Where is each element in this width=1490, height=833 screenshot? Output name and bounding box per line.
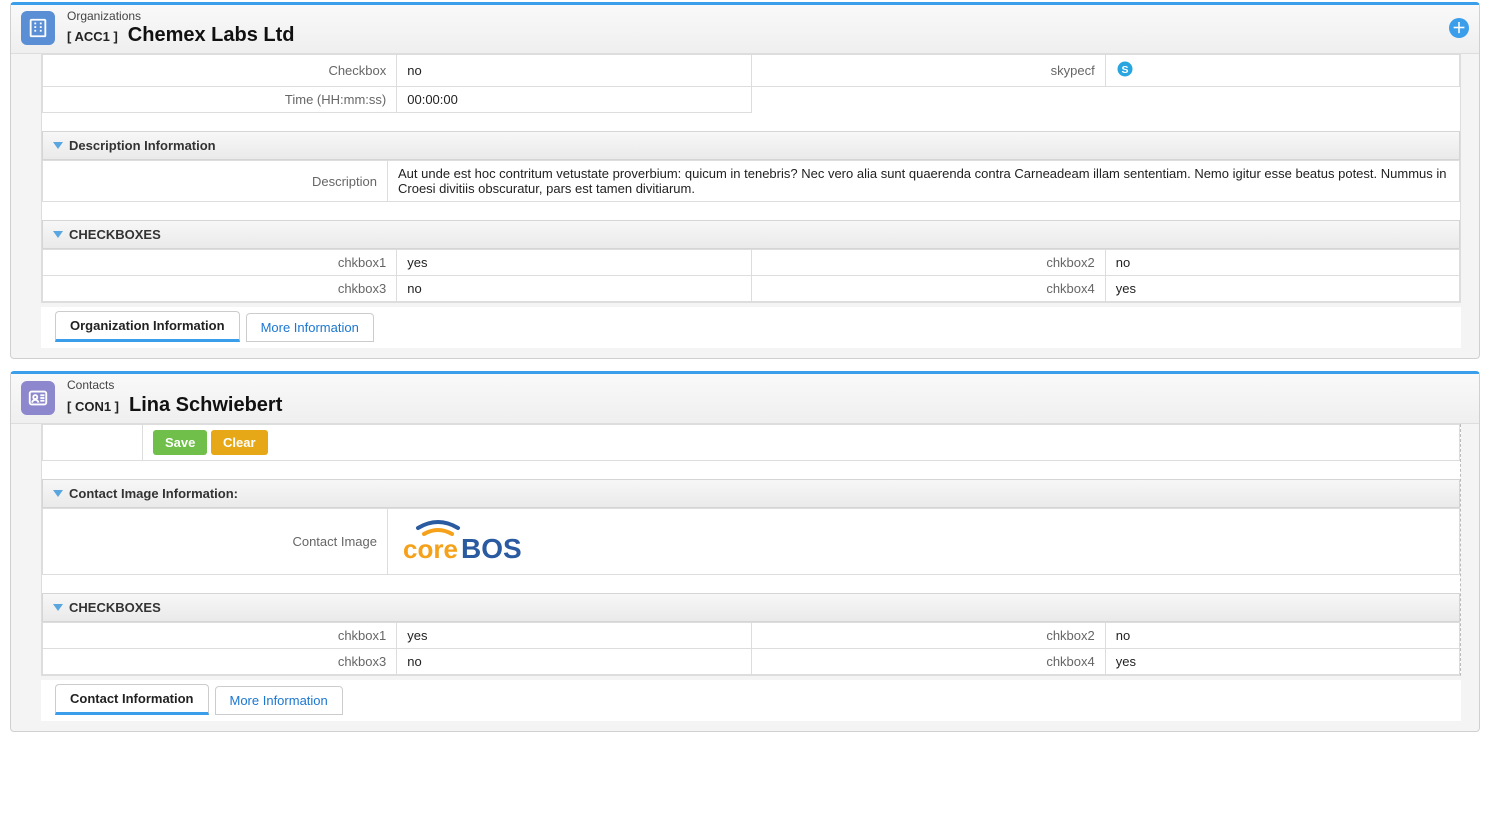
field-label-chkbox1: chkbox1 (43, 250, 397, 276)
field-label-checkbox: Checkbox (43, 55, 397, 87)
org-checkboxes-table: chkbox1 yes chkbox2 no chkbox3 no chkbox… (42, 249, 1460, 302)
org-tabs: Organization Information More Informatio… (41, 307, 1461, 348)
field-value-chkbox4[interactable]: yes (1105, 276, 1459, 302)
tab-more-information[interactable]: More Information (246, 313, 374, 342)
contact-image-table: Contact Image core BOS (42, 508, 1460, 575)
field-value-chkbox1[interactable]: yes (397, 250, 751, 276)
field-label-chkbox2: chkbox2 (751, 622, 1105, 648)
organization-module-icon (21, 11, 55, 45)
field-value-chkbox3[interactable]: no (397, 276, 751, 302)
contact-checkboxes-table: chkbox1 yes chkbox2 no chkbox3 no chkbox… (42, 622, 1460, 675)
chevron-down-icon (53, 490, 63, 497)
tab-organization-information[interactable]: Organization Information (55, 311, 240, 342)
section-title: CHECKBOXES (69, 600, 161, 615)
field-value-checkbox[interactable]: no (397, 55, 751, 87)
field-label-chkbox4: chkbox4 (751, 276, 1105, 302)
tab-contact-information[interactable]: Contact Information (55, 684, 209, 715)
corebos-logo-icon: core BOS (398, 514, 538, 569)
section-title: CHECKBOXES (69, 227, 161, 242)
field-value-chkbox4[interactable]: yes (1105, 648, 1459, 674)
field-value-description[interactable]: Aut unde est hoc contritum vetustate pro… (388, 161, 1460, 202)
contact-card: Contacts [ CON1 ] Lina Schwiebert Save C… (10, 371, 1480, 731)
field-label-time: Time (HH:mm:ss) (43, 87, 397, 113)
record-code: [ CON1 ] (67, 399, 119, 415)
tab-more-information[interactable]: More Information (215, 686, 343, 715)
chevron-down-icon (53, 231, 63, 238)
contact-body: Save Clear Contact Image Information: Co… (41, 424, 1461, 676)
section-title: Description Information (69, 138, 216, 153)
record-name: Lina Schwiebert (129, 393, 282, 417)
field-value-chkbox3[interactable]: no (397, 648, 751, 674)
skype-icon: S (1116, 60, 1134, 78)
field-value-time[interactable]: 00:00:00 (397, 87, 751, 113)
contact-btn-table: Save Clear (42, 424, 1460, 461)
field-value-skypecf[interactable]: S (1105, 55, 1459, 87)
field-label-contact-image: Contact Image (43, 508, 388, 574)
module-label: Organizations (67, 9, 295, 23)
contact-module-icon (21, 381, 55, 415)
section-title: Contact Image Information: (69, 486, 238, 501)
field-label-chkbox3: chkbox3 (43, 648, 397, 674)
module-label: Contacts (67, 378, 282, 392)
field-label-chkbox4: chkbox4 (751, 648, 1105, 674)
section-checkboxes-contact[interactable]: CHECKBOXES (42, 593, 1460, 622)
org-top-fields: Checkbox no skypecf S Time (HH:mm:ss) 00… (42, 54, 1460, 113)
field-label-chkbox1: chkbox1 (43, 622, 397, 648)
section-contact-image-info[interactable]: Contact Image Information: (42, 479, 1460, 508)
field-label-skypecf: skypecf (751, 55, 1105, 87)
field-label-chkbox2: chkbox2 (751, 250, 1105, 276)
section-description-info[interactable]: Description Information (42, 131, 1460, 160)
organization-body: Checkbox no skypecf S Time (HH:mm:ss) 00… (41, 54, 1461, 303)
organization-header: Organizations [ ACC1 ] Chemex Labs Ltd ＋ (11, 5, 1479, 54)
section-checkboxes-org[interactable]: CHECKBOXES (42, 220, 1460, 249)
field-label-chkbox3: chkbox3 (43, 276, 397, 302)
record-code: [ ACC1 ] (67, 29, 118, 45)
svg-text:S: S (1121, 64, 1128, 76)
field-value-chkbox1[interactable]: yes (397, 622, 751, 648)
field-label-description: Description (43, 161, 388, 202)
organization-card: Organizations [ ACC1 ] Chemex Labs Ltd ＋… (10, 2, 1480, 359)
clear-button[interactable]: Clear (211, 430, 268, 455)
field-value-chkbox2[interactable]: no (1105, 622, 1459, 648)
save-button[interactable]: Save (153, 430, 207, 455)
field-value-chkbox2[interactable]: no (1105, 250, 1459, 276)
svg-text:core: core (403, 534, 458, 564)
org-description-table: Description Aut unde est hoc contritum v… (42, 160, 1460, 202)
chevron-down-icon (53, 604, 63, 611)
contact-tabs: Contact Information More Information (41, 680, 1461, 721)
contact-header: Contacts [ CON1 ] Lina Schwiebert (11, 374, 1479, 423)
record-name: Chemex Labs Ltd (128, 23, 295, 47)
chevron-down-icon (53, 142, 63, 149)
svg-text:BOS: BOS (461, 533, 522, 564)
add-button[interactable]: ＋ (1449, 18, 1469, 38)
field-value-contact-image[interactable]: core BOS (388, 508, 1460, 574)
